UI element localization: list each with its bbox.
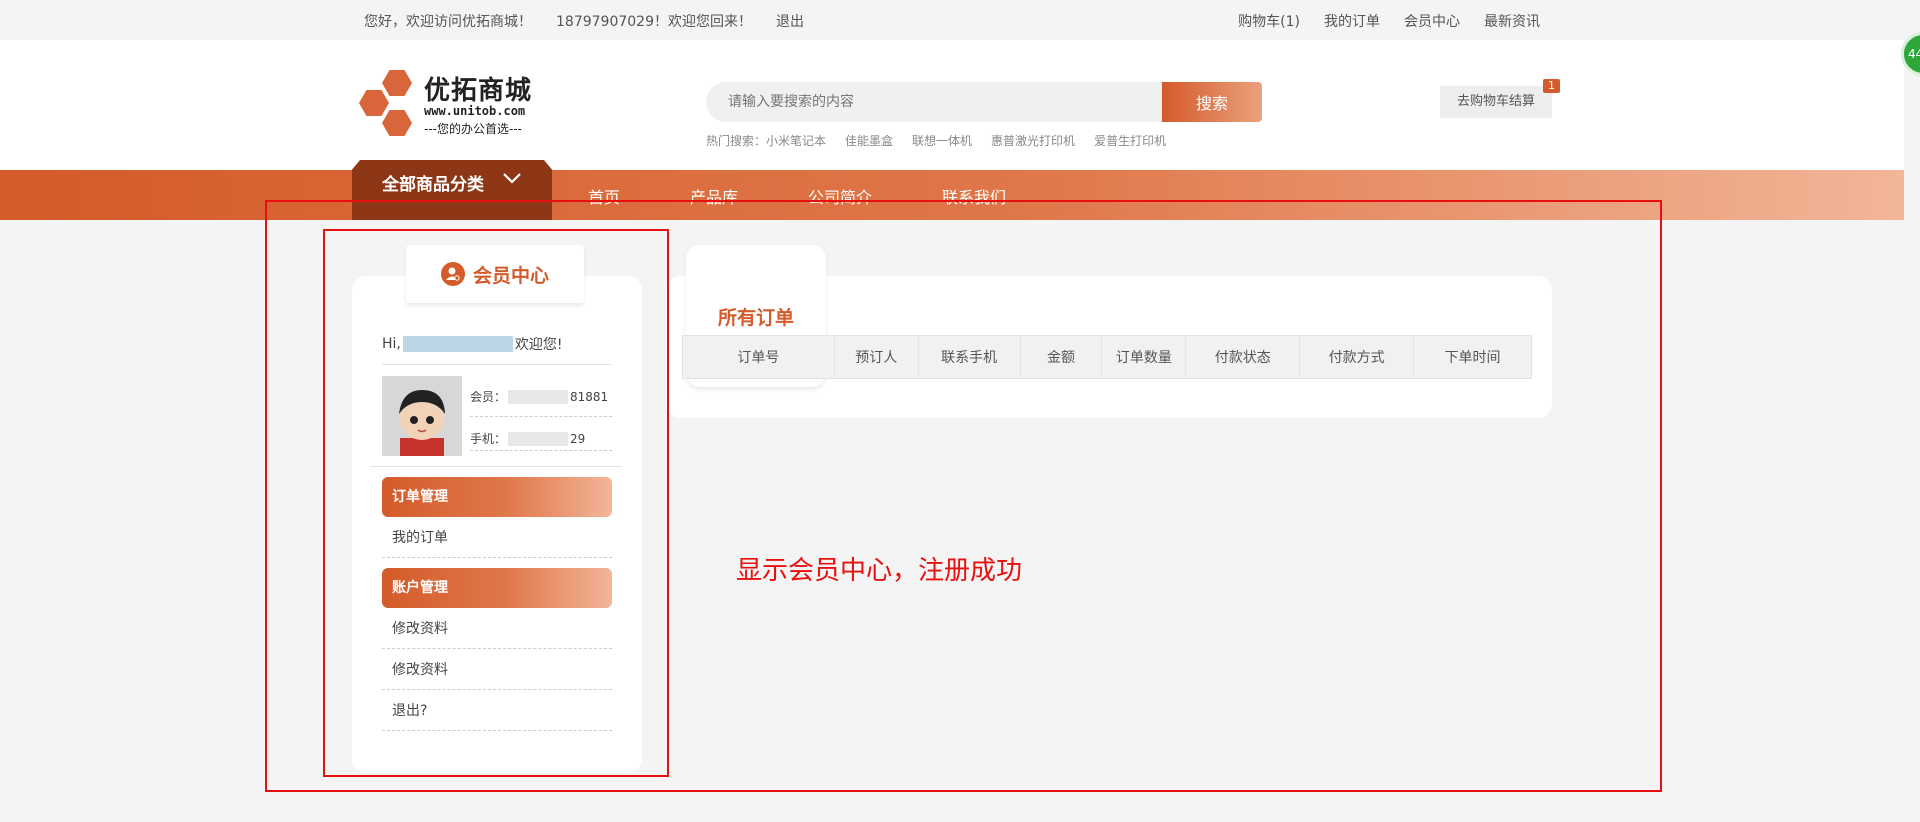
hot-search-item[interactable]: 联想一体机 — [912, 132, 972, 149]
blurred-username — [402, 336, 513, 352]
cart-link[interactable]: 购物车(1) — [1238, 11, 1300, 31]
nav-link-contact[interactable]: 联系我们 — [942, 184, 1006, 208]
top-bar-left: 您好，欢迎访问优拓商城！ 18797907029！欢迎您回来！ 退出 — [364, 11, 804, 31]
phone-welcome-text: 18797907029！欢迎您回来！ — [556, 14, 752, 30]
chevron-down-icon — [502, 170, 522, 189]
logo-hex-icon — [382, 110, 412, 136]
avatar — [382, 376, 462, 456]
member-center-title-text: 会员中心 — [472, 264, 549, 287]
hot-search-item[interactable]: 热门搜索：小米笔记本 — [706, 132, 826, 149]
divider — [382, 364, 612, 365]
column-header: 下单时间 — [1413, 335, 1532, 379]
blurred-phone — [508, 431, 569, 446]
account-management-header[interactable]: 账户管理 — [382, 568, 612, 608]
my-orders-link[interactable]: 我的订单 — [1324, 11, 1380, 31]
logout-link[interactable]: 退出 — [776, 11, 804, 31]
site-logo[interactable]: 优拓商城 www.unitob.com ---您的办公首选--- — [352, 68, 532, 138]
search-button[interactable]: 搜索 — [1162, 82, 1262, 122]
edit-profile-item[interactable]: 修改资料 — [382, 609, 612, 649]
logo-slogan: ---您的办公首选--- — [424, 122, 522, 136]
all-categories-button[interactable]: 全部商品分类 — [352, 160, 552, 220]
member-id-tail: 81881 — [570, 389, 609, 404]
search-bar: 搜索 — [706, 82, 1262, 122]
header: 优拓商城 www.unitob.com ---您的办公首选--- 搜索 热门搜索… — [0, 40, 1904, 170]
member-center-title: 会员中心 — [406, 245, 584, 303]
phone-label: 手机： — [470, 432, 507, 446]
column-header: 联系手机 — [917, 335, 1021, 379]
all-categories-label: 全部商品分类 — [382, 175, 484, 195]
search-input[interactable] — [706, 82, 1162, 122]
nav-link-home[interactable]: 首页 — [588, 184, 620, 208]
logo-name: 优拓商城 — [424, 76, 533, 106]
divider — [370, 466, 622, 467]
greeting: Hi, 欢迎您! — [382, 334, 563, 354]
column-header: 付款状态 — [1185, 335, 1301, 379]
edit-profile-item[interactable]: 修改资料 — [382, 650, 612, 690]
welcome-text: 您好，欢迎访问优拓商城！ — [364, 14, 532, 30]
member-id-label: 会员： — [470, 390, 507, 404]
checkout-cart-label: 去购物车结算 — [1456, 94, 1535, 109]
hot-search-item[interactable]: 惠普激光打印机 — [991, 132, 1075, 149]
checkout-cart-button[interactable]: 去购物车结算 1 — [1440, 79, 1560, 118]
divider — [470, 450, 612, 451]
column-header: 订单号 — [682, 335, 835, 379]
nav-link-products[interactable]: 产品库 — [690, 184, 738, 208]
blurred-member-id — [508, 389, 569, 404]
column-header: 付款方式 — [1299, 335, 1415, 379]
hot-searches: 热门搜索：小米笔记本 佳能墨盒 联想一体机 惠普激光打印机 爱普生打印机 — [706, 132, 1166, 149]
greeting-prefix: Hi, — [382, 336, 401, 352]
nav-link-about[interactable]: 公司简介 — [808, 184, 872, 208]
orders-table-header: 订单号 预订人 联系手机 金额 订单数量 付款状态 付款方式 下单时间 — [682, 335, 1532, 379]
greeting-suffix: 欢迎您! — [514, 337, 563, 353]
column-header: 金额 — [1019, 335, 1103, 379]
divider — [470, 416, 612, 417]
nav-links: 首页 产品库 公司简介 联系我们 — [588, 184, 1076, 208]
annotation-note: 显示会员中心，注册成功 — [736, 556, 1023, 586]
logo-url: www.unitob.com — [424, 104, 526, 118]
logo-hex-icon — [382, 70, 412, 96]
news-link[interactable]: 最新资讯 — [1484, 11, 1540, 31]
top-bar: 您好，欢迎访问优拓商城！ 18797907029！欢迎您回来！ 退出 购物车(1… — [0, 0, 1904, 40]
member-id-row: 会员： 81881 — [470, 388, 608, 405]
logout-item[interactable]: 退出? — [382, 691, 612, 731]
main-nav: 全部商品分类 首页 产品库 公司简介 联系我们 — [0, 160, 1904, 220]
column-header: 预订人 — [833, 335, 919, 379]
orders-table: 订单号 预订人 联系手机 金额 订单数量 付款状态 付款方式 下单时间 — [682, 335, 1532, 379]
column-header: 订单数量 — [1101, 335, 1187, 379]
my-orders-item[interactable]: 我的订单 — [382, 518, 612, 558]
member-center-link[interactable]: 会员中心 — [1404, 11, 1460, 31]
user-icon — [440, 262, 465, 286]
order-management-header[interactable]: 订单管理 — [382, 477, 612, 517]
scrollbar-gutter — [1904, 0, 1920, 822]
logo-hex-icon — [359, 90, 389, 116]
phone-row: 手机： 29 — [470, 430, 585, 447]
hot-search-item[interactable]: 爱普生打印机 — [1094, 132, 1166, 149]
phone-tail: 29 — [570, 431, 586, 446]
top-bar-right: 购物车(1) 我的订单 会员中心 最新资讯 — [1238, 11, 1540, 31]
hot-search-item[interactable]: 佳能墨盒 — [845, 132, 893, 149]
cart-count-badge: 1 — [1543, 79, 1560, 93]
